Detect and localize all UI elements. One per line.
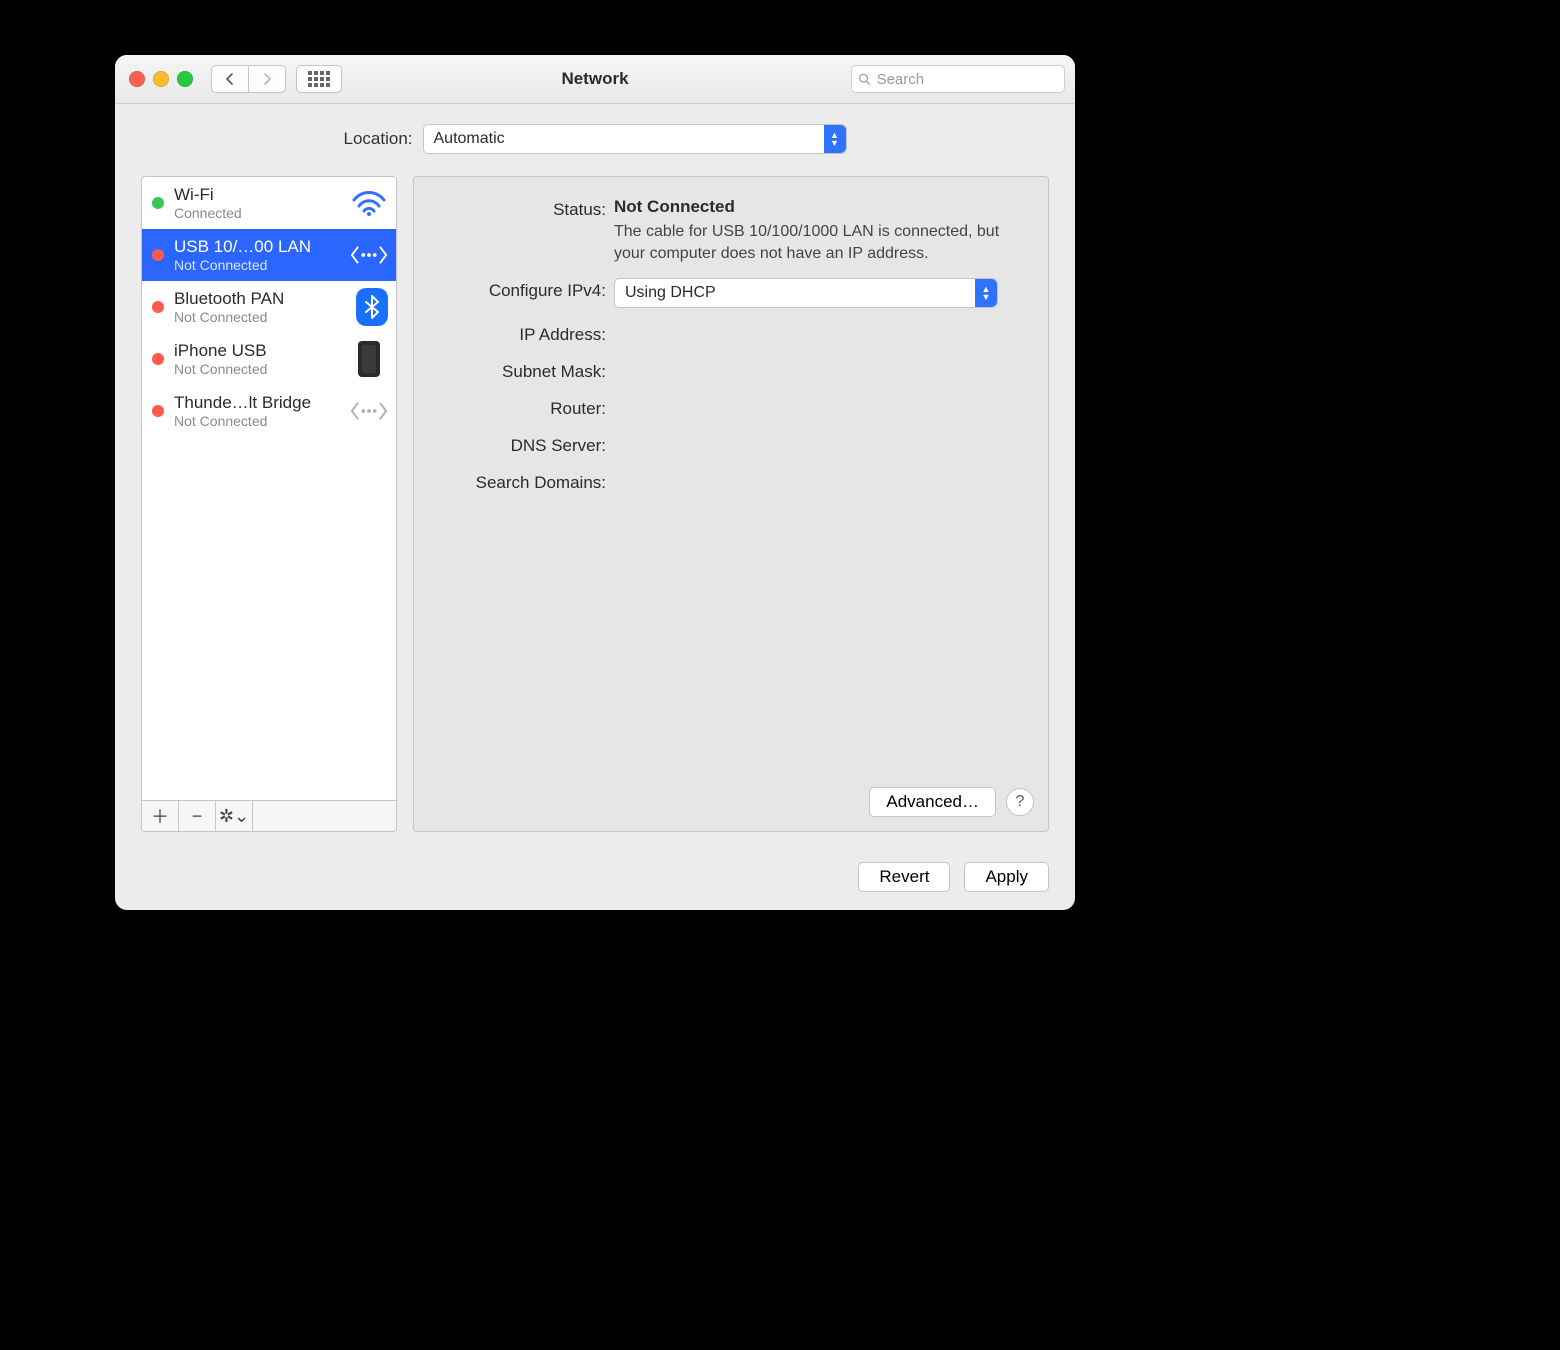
sidebar-item-bluetooth-pan[interactable]: Bluetooth PAN Not Connected bbox=[142, 281, 396, 333]
chevron-left-icon bbox=[225, 73, 235, 85]
interface-actions-menu[interactable]: ✲⌄ bbox=[216, 801, 253, 831]
minus-icon: − bbox=[192, 806, 203, 827]
search-icon bbox=[858, 72, 871, 86]
interface-status: Connected bbox=[174, 205, 340, 221]
bluetooth-icon bbox=[356, 288, 388, 326]
back-button[interactable] bbox=[211, 65, 249, 93]
detail-panel: Status: Not Connected The cable for USB … bbox=[413, 176, 1049, 832]
router-label: Router: bbox=[436, 396, 614, 419]
grid-icon bbox=[308, 71, 330, 87]
status-description: The cable for USB 10/100/1000 LAN is con… bbox=[614, 221, 1026, 264]
ip-address-row: IP Address: bbox=[436, 322, 1026, 345]
location-value: Automatic bbox=[434, 130, 505, 148]
detail-bottom: Advanced… ? bbox=[869, 787, 1034, 817]
status-label: Status: bbox=[436, 197, 614, 220]
titlebar: Network bbox=[115, 55, 1075, 104]
interface-status: Not Connected bbox=[174, 413, 340, 429]
status-dot-icon bbox=[152, 249, 164, 261]
forward-button[interactable] bbox=[249, 65, 286, 93]
nav-buttons bbox=[211, 65, 286, 93]
status-dot-icon bbox=[152, 405, 164, 417]
select-arrows-icon: ▲▼ bbox=[824, 125, 846, 153]
thunderbolt-bridge-icon bbox=[350, 392, 388, 430]
sidebar-item-iphone-usb[interactable]: iPhone USB Not Connected bbox=[142, 333, 396, 385]
show-all-button[interactable] bbox=[296, 65, 342, 93]
dns-server-row: DNS Server: bbox=[436, 433, 1026, 456]
window-footer: Revert Apply bbox=[115, 848, 1075, 910]
interface-name: iPhone USB bbox=[174, 341, 340, 361]
interface-name: Wi-Fi bbox=[174, 185, 340, 205]
configure-ipv4-value: Using DHCP bbox=[625, 284, 716, 302]
add-interface-button[interactable]: ＋ bbox=[142, 801, 179, 831]
remove-interface-button[interactable]: − bbox=[179, 801, 216, 831]
search-input[interactable] bbox=[875, 70, 1058, 89]
configure-ipv4-label: Configure IPv4: bbox=[436, 278, 614, 301]
configure-ipv4-row: Configure IPv4: Using DHCP ▲▼ bbox=[436, 278, 1026, 308]
interface-name: USB 10/…00 LAN bbox=[174, 237, 340, 257]
location-row: Location: Automatic ▲▼ bbox=[141, 124, 1049, 154]
ip-address-label: IP Address: bbox=[436, 322, 614, 345]
interface-name: Bluetooth PAN bbox=[174, 289, 346, 309]
dns-server-label: DNS Server: bbox=[436, 433, 614, 456]
router-row: Router: bbox=[436, 396, 1026, 419]
main-area: Wi-Fi Connected USB 10/…00 LAN Not Conne… bbox=[141, 176, 1049, 832]
status-value: Not Connected bbox=[614, 197, 735, 216]
interface-list: Wi-Fi Connected USB 10/…00 LAN Not Conne… bbox=[142, 177, 396, 800]
subnet-mask-row: Subnet Mask: bbox=[436, 359, 1026, 382]
sidebar-footer: ＋ − ✲⌄ bbox=[142, 800, 396, 831]
minimize-button[interactable] bbox=[153, 71, 169, 87]
help-button[interactable]: ? bbox=[1006, 788, 1034, 816]
interface-status: Not Connected bbox=[174, 309, 346, 325]
window-body: Location: Automatic ▲▼ Wi-Fi Connected bbox=[115, 104, 1075, 848]
chevron-right-icon bbox=[262, 73, 272, 85]
revert-button[interactable]: Revert bbox=[858, 862, 950, 892]
status-dot-icon bbox=[152, 353, 164, 365]
network-preferences-window: Network Location: Automatic ▲▼ bbox=[115, 55, 1075, 910]
search-field[interactable] bbox=[851, 65, 1065, 93]
traffic-lights bbox=[129, 71, 193, 87]
status-row: Status: Not Connected The cable for USB … bbox=[436, 197, 1026, 264]
close-button[interactable] bbox=[129, 71, 145, 87]
interface-name: Thunde…lt Bridge bbox=[174, 393, 340, 413]
iphone-icon bbox=[350, 340, 388, 378]
sidebar-item-usb-lan[interactable]: USB 10/…00 LAN Not Connected bbox=[142, 229, 396, 281]
interface-status: Not Connected bbox=[174, 257, 340, 273]
subnet-mask-label: Subnet Mask: bbox=[436, 359, 614, 382]
search-domains-label: Search Domains: bbox=[436, 470, 614, 493]
plus-icon: ＋ bbox=[151, 803, 169, 829]
select-arrows-icon: ▲▼ bbox=[975, 279, 997, 307]
interface-sidebar: Wi-Fi Connected USB 10/…00 LAN Not Conne… bbox=[141, 176, 397, 832]
advanced-button[interactable]: Advanced… bbox=[869, 787, 996, 817]
apply-button[interactable]: Apply bbox=[964, 862, 1049, 892]
ethernet-icon bbox=[350, 236, 388, 274]
status-dot-icon bbox=[152, 197, 164, 209]
zoom-button[interactable] bbox=[177, 71, 193, 87]
location-label: Location: bbox=[344, 129, 413, 149]
sidebar-item-wifi[interactable]: Wi-Fi Connected bbox=[142, 177, 396, 229]
interface-status: Not Connected bbox=[174, 361, 340, 377]
search-domains-row: Search Domains: bbox=[436, 470, 1026, 493]
help-icon: ? bbox=[1016, 793, 1025, 811]
gear-icon: ✲⌄ bbox=[219, 806, 249, 827]
sidebar-item-thunderbolt-bridge[interactable]: Thunde…lt Bridge Not Connected bbox=[142, 385, 396, 437]
configure-ipv4-select[interactable]: Using DHCP ▲▼ bbox=[614, 278, 998, 308]
status-dot-icon bbox=[152, 301, 164, 313]
location-select[interactable]: Automatic ▲▼ bbox=[423, 124, 847, 154]
wifi-icon bbox=[350, 184, 388, 222]
